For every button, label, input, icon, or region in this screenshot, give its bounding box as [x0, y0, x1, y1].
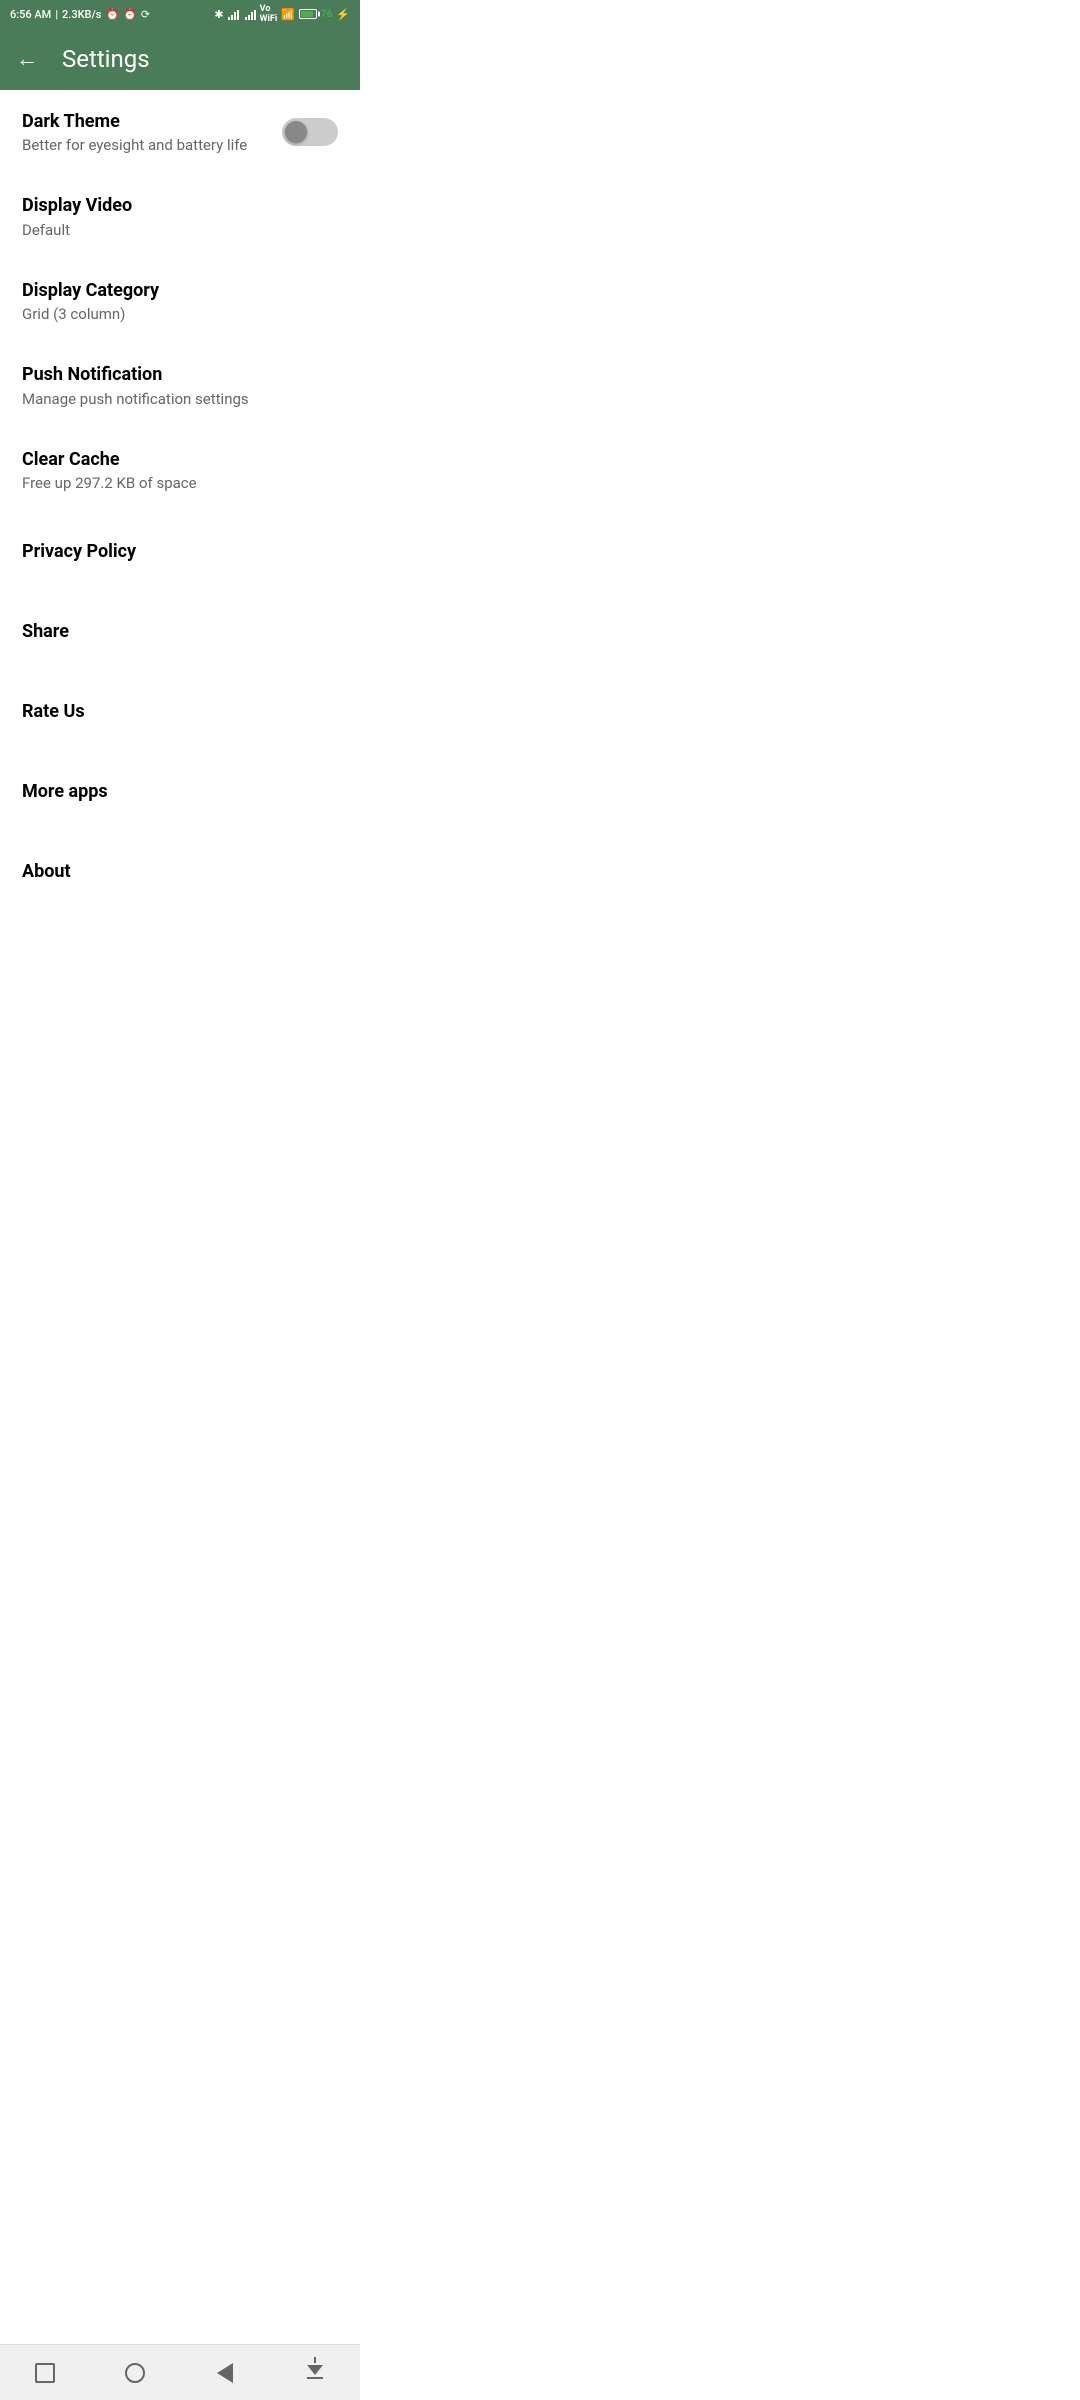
vowifi-icon: VoWiFi: [260, 4, 278, 24]
settings-item-rate-us-content: Rate Us: [22, 700, 338, 723]
settings-item-push-notification-content: Push Notification Manage push notificati…: [22, 363, 338, 407]
settings-item-rate-us[interactable]: Rate Us: [0, 672, 360, 752]
toggle-knob: [285, 121, 307, 143]
dark-theme-subtitle: Better for eyesight and battery life: [22, 136, 266, 154]
settings-item-display-category[interactable]: Display Category Grid (3 column): [0, 259, 360, 343]
more-apps-title: More apps: [22, 780, 338, 803]
back-nav-button[interactable]: [195, 2345, 255, 2400]
rate-us-title: Rate Us: [22, 700, 338, 723]
back-icon: ←: [16, 46, 38, 72]
page-title: Settings: [62, 45, 150, 73]
settings-item-display-video[interactable]: Display Video Default: [0, 174, 360, 258]
signal2-icon: [245, 8, 256, 20]
back-button[interactable]: ←: [8, 38, 46, 80]
settings-item-dark-theme[interactable]: Dark Theme Better for eyesight and batte…: [0, 90, 360, 174]
settings-item-about-content: About: [22, 860, 338, 883]
display-category-subtitle: Grid (3 column): [22, 305, 338, 323]
settings-item-more-apps[interactable]: More apps: [0, 752, 360, 832]
settings-item-privacy-policy[interactable]: Privacy Policy: [0, 512, 360, 592]
status-left: 6:56 AM | 2.3KB/s ⏰ ⏰ ⟳: [10, 8, 150, 21]
bluetooth-icon: ✱: [214, 8, 223, 21]
settings-item-more-apps-content: More apps: [22, 780, 338, 803]
alarm-icon: ⏰: [105, 8, 119, 21]
push-notification-subtitle: Manage push notification settings: [22, 390, 338, 408]
settings-item-share-content: Share: [22, 620, 338, 643]
status-bar: 6:56 AM | 2.3KB/s ⏰ ⏰ ⟳ ✱ VoWiFi 📶: [0, 0, 360, 28]
recents-button[interactable]: [15, 2345, 75, 2400]
settings-item-clear-cache-content: Clear Cache Free up 297.2 KB of space: [22, 448, 338, 492]
back-nav-icon: [217, 2363, 233, 2383]
dark-theme-toggle[interactable]: [282, 118, 338, 146]
battery-icon: [299, 9, 317, 19]
dark-theme-title: Dark Theme: [22, 110, 266, 133]
recents-icon: [35, 2363, 55, 2383]
share-title: Share: [22, 620, 338, 643]
battery-percent: 76: [321, 9, 332, 20]
download-icon: [307, 2367, 323, 2379]
settings-item-display-category-content: Display Category Grid (3 column): [22, 279, 338, 323]
settings-item-push-notification[interactable]: Push Notification Manage push notificati…: [0, 343, 360, 427]
status-time: 6:56 AM: [10, 8, 51, 21]
display-category-title: Display Category: [22, 279, 338, 302]
clear-cache-title: Clear Cache: [22, 448, 338, 471]
charging-icon: ⚡: [336, 8, 350, 21]
sync-icon: ⟳: [141, 8, 150, 21]
privacy-policy-title: Privacy Policy: [22, 540, 338, 563]
toolbar: ← Settings: [0, 28, 360, 90]
settings-item-about[interactable]: About: [0, 832, 360, 912]
settings-list: Dark Theme Better for eyesight and batte…: [0, 90, 360, 968]
status-right: ✱ VoWiFi 📶 76 ⚡: [214, 4, 350, 24]
signal-icon: [228, 8, 239, 20]
settings-item-dark-theme-content: Dark Theme Better for eyesight and batte…: [22, 110, 266, 154]
settings-item-display-video-content: Display Video Default: [22, 194, 338, 238]
wifi-icon: 📶: [281, 8, 295, 21]
status-separator: |: [55, 8, 58, 21]
about-title: About: [22, 860, 338, 883]
nav-bar: [0, 2344, 360, 2400]
clear-cache-subtitle: Free up 297.2 KB of space: [22, 474, 338, 492]
display-video-title: Display Video: [22, 194, 338, 217]
settings-item-clear-cache[interactable]: Clear Cache Free up 297.2 KB of space: [0, 428, 360, 512]
alarm2-icon: ⏰: [123, 8, 137, 21]
status-network-speed: 2.3KB/s: [62, 8, 101, 21]
home-button[interactable]: [105, 2345, 165, 2400]
download-button[interactable]: [285, 2345, 345, 2400]
push-notification-title: Push Notification: [22, 363, 338, 386]
settings-item-privacy-policy-content: Privacy Policy: [22, 540, 338, 563]
display-video-subtitle: Default: [22, 221, 338, 239]
settings-item-share[interactable]: Share: [0, 592, 360, 672]
home-icon: [125, 2363, 145, 2383]
